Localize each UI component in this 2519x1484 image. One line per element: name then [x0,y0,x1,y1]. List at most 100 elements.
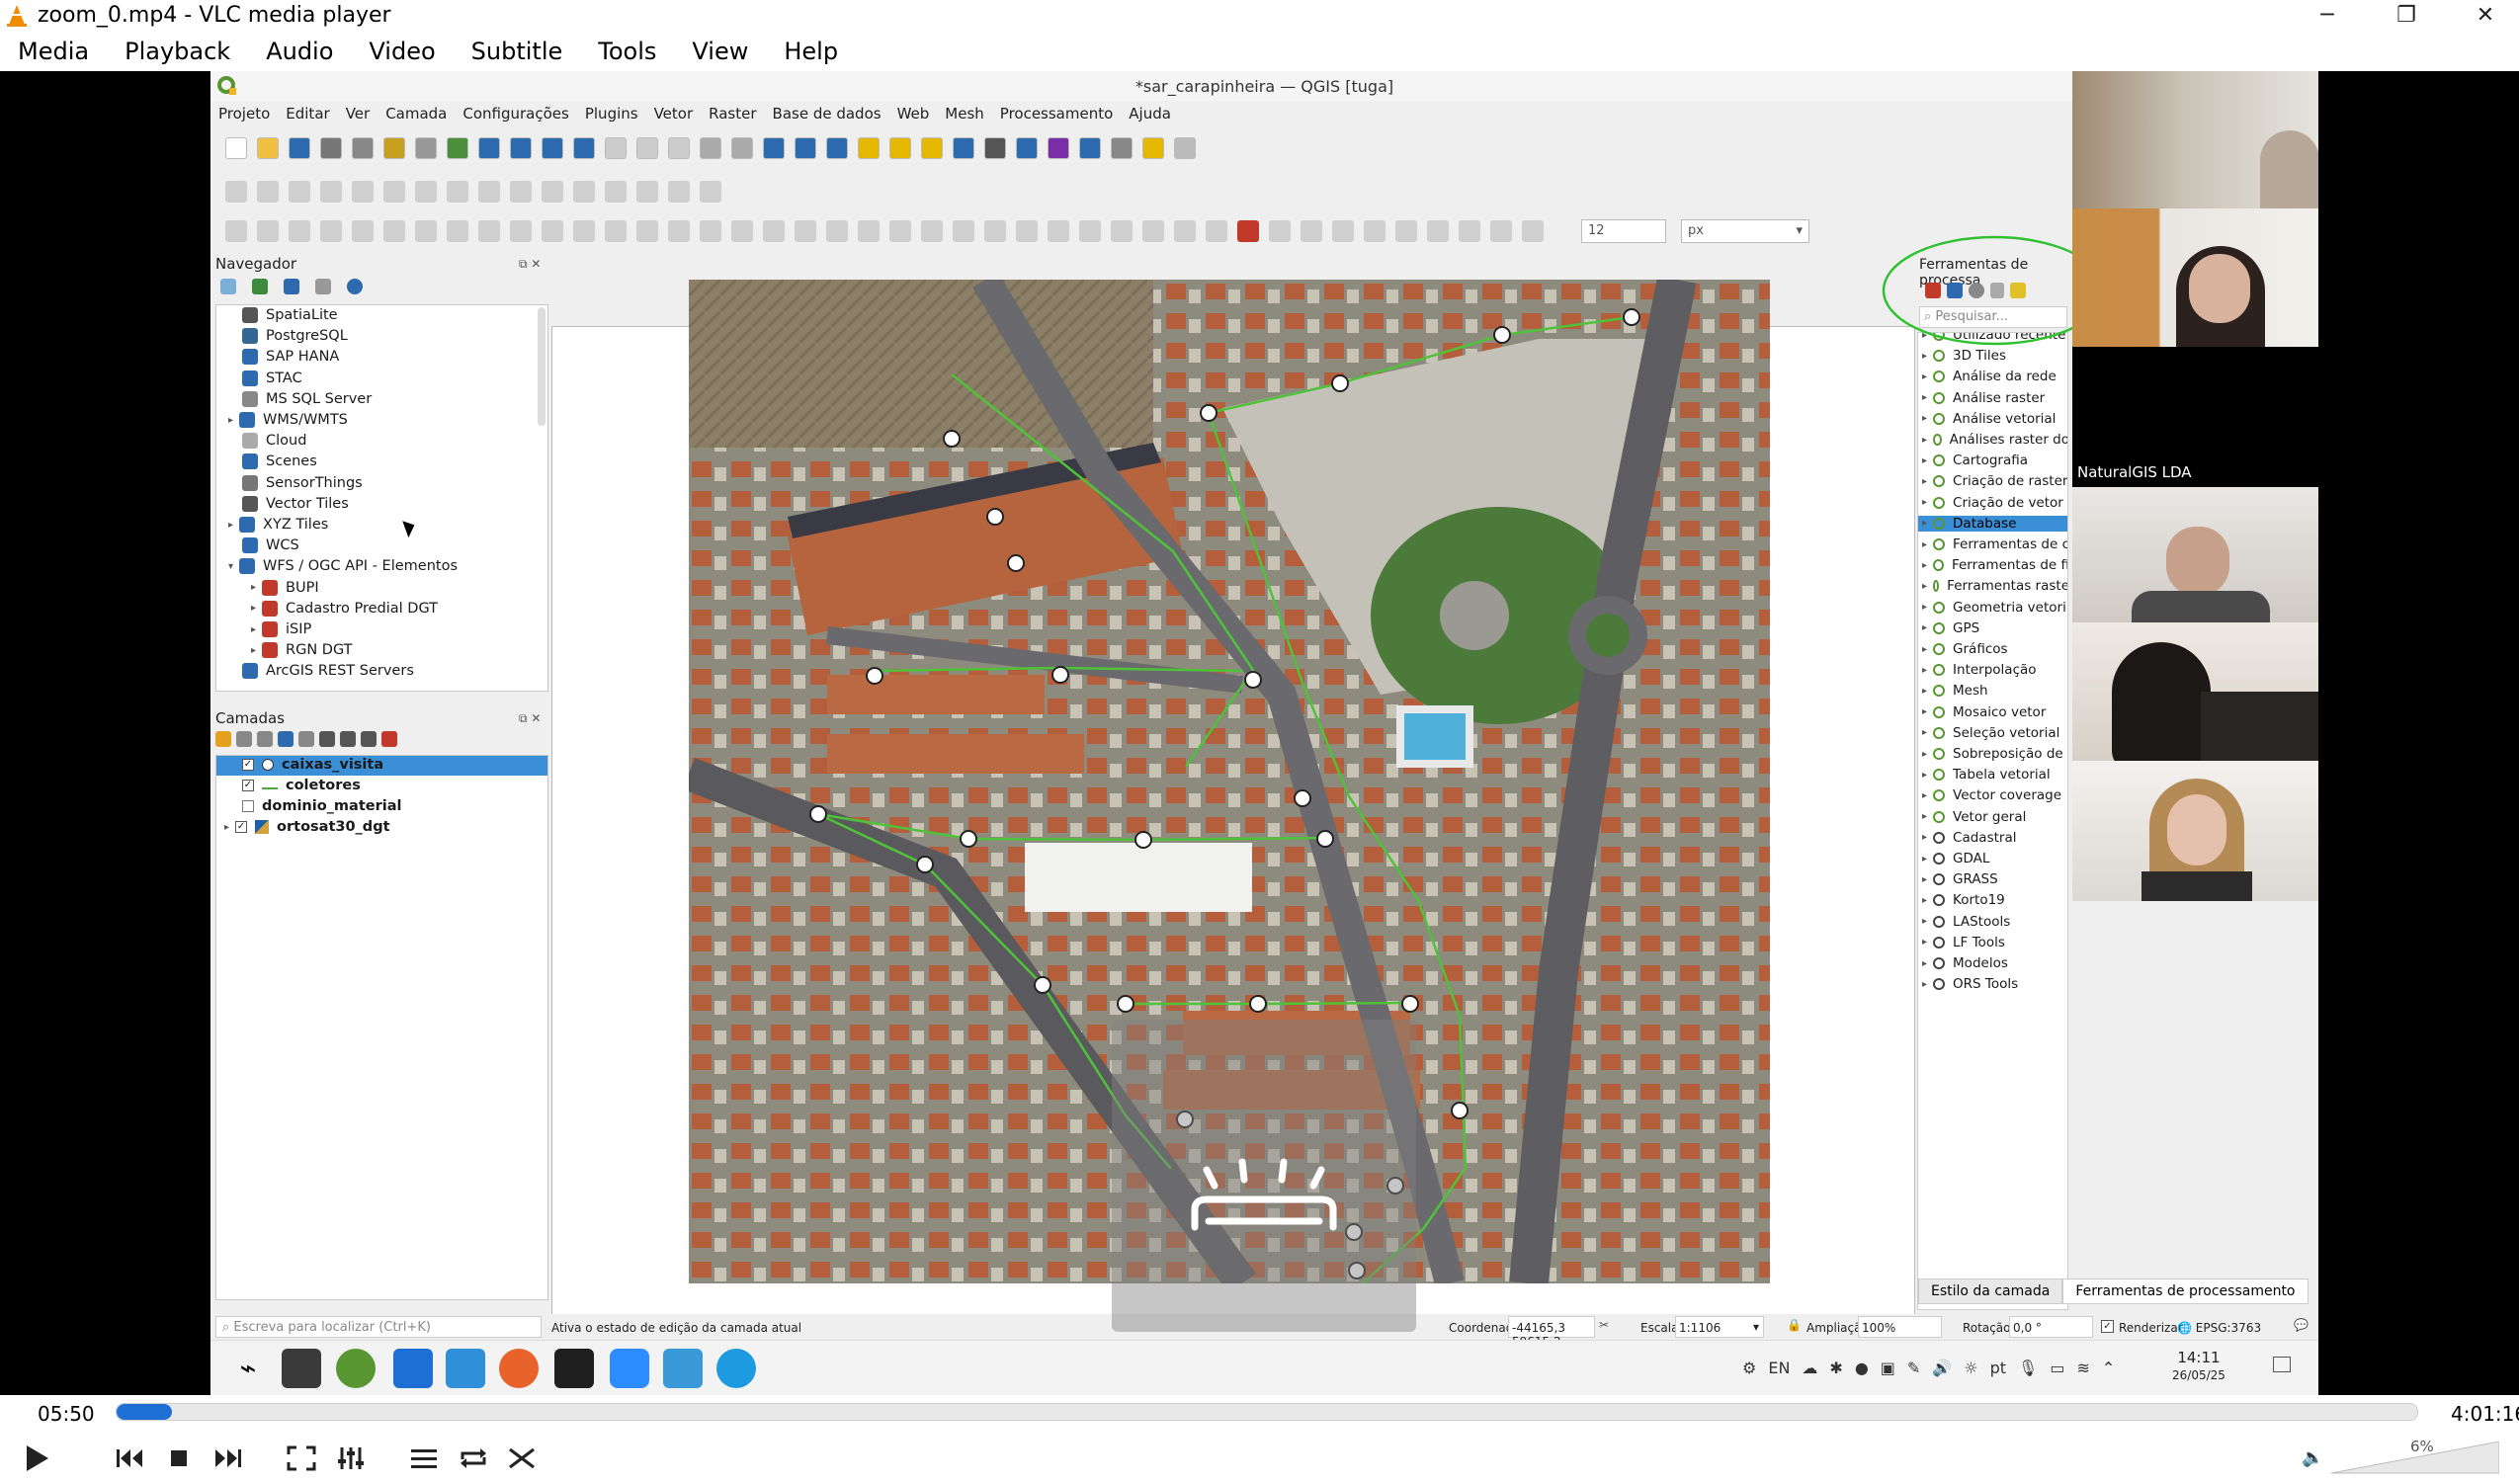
browser-item[interactable]: ▸ RGN DGT [251,642,353,659]
menu-media[interactable]: Media [0,38,107,65]
toolbar-tool-icon[interactable] [1142,220,1164,242]
toolbar-tool-icon[interactable] [415,220,437,242]
app-icon[interactable] [716,1349,756,1388]
checkbox-checked-icon[interactable]: ✓ [235,821,248,833]
processing-group[interactable]: ▸ Modelos [1918,955,2067,971]
menu-subtitle[interactable]: Subtitle [454,38,581,65]
layer-coletores[interactable]: ✓ coletores [242,778,361,793]
browser-item[interactable]: SensorThings [228,474,363,491]
expand-arrow-icon[interactable]: ▸ [1922,790,1927,801]
processing-group[interactable]: ▸ Ferramentas raste [1918,578,2067,594]
toolbar-tool-icon[interactable] [478,220,500,242]
toolbar-tool-icon[interactable] [352,137,374,159]
expand-arrow-icon[interactable]: ▸ [251,624,256,635]
processing-group[interactable]: ▸ Korto19 [1918,892,2067,908]
toolbar-tool-icon[interactable] [1174,137,1196,159]
browser-item[interactable]: SpatiaLite [228,307,338,323]
expand-arrow-icon[interactable]: ▸ [251,645,256,656]
participant-video-4[interactable] [2072,487,2318,622]
expand-arrow-icon[interactable]: ▸ [1922,644,1927,655]
toolbar-tool-icon[interactable] [383,137,405,159]
qmenu-projeto[interactable]: Projeto [210,105,278,123]
toolbar-tool-icon[interactable] [225,181,247,203]
toolbar-tool-icon[interactable] [763,137,785,159]
toolbar-tool-icon[interactable] [225,137,247,159]
render-checkbox[interactable]: ✓ [2101,1320,2114,1333]
qmenu-plugins[interactable]: Plugins [577,105,646,123]
participant-video-6[interactable] [2072,761,2318,901]
toolbar-tool-icon[interactable] [605,181,627,203]
browser-item[interactable]: ArcGIS REST Servers [228,663,414,680]
toolbar-tool-icon[interactable] [953,137,974,159]
expand-arrow-icon[interactable]: ▸ [1922,476,1927,487]
processing-group[interactable]: ▸ GPS [1918,620,2067,636]
toolbar-tool-icon[interactable] [731,220,753,242]
toolbar-tool-icon[interactable] [542,220,563,242]
toolbar-tool-icon[interactable] [352,181,374,203]
processing-group[interactable]: ▸ Vector coverage [1918,787,2067,803]
expand-arrow-icon[interactable]: ▸ [251,582,256,593]
layer-dominio-material[interactable]: dominio_material [242,798,401,814]
toolbar-tool-icon[interactable] [921,220,943,242]
toolbar-tool-icon[interactable] [289,181,310,203]
qmenu-camada[interactable]: Camada [378,105,455,123]
browser-item[interactable]: WCS [228,537,299,554]
expand-arrow-icon[interactable]: ▸ [1922,351,1927,362]
layers-tool-icon[interactable] [278,731,294,747]
toolbar-tool-icon[interactable] [1364,220,1385,242]
processing-group[interactable]: ▸ Ferramentas de c [1918,536,2067,552]
layers-tool-icon[interactable] [257,731,273,747]
toolbar-tool-icon[interactable] [383,181,405,203]
lang-indicator[interactable]: EN [1768,1359,1790,1377]
seek-bar[interactable] [116,1403,2418,1421]
toolbar-tool-icon[interactable] [636,181,658,203]
toolbar-tool-icon[interactable] [289,220,310,242]
toolbar-tool-icon[interactable] [1111,220,1133,242]
file-explorer-icon[interactable] [446,1349,485,1388]
toolbar-tool-icon[interactable] [921,137,943,159]
terminal-icon[interactable] [282,1349,321,1388]
store-icon[interactable] [393,1349,433,1388]
toolbar-tool-icon[interactable] [573,181,595,203]
toolbar-tool-icon[interactable] [1237,220,1259,242]
toolbar-tool-icon[interactable] [700,220,721,242]
firefox-icon[interactable] [499,1349,539,1388]
toolbar-tool-icon[interactable] [1142,137,1164,159]
layer-ortosat30-dgt[interactable]: ▸ ✓ ortosat30_dgt [224,819,390,835]
browser-item[interactable]: ▸ iSIP [251,621,311,637]
qmenu-ajuda[interactable]: Ajuda [1121,105,1179,123]
processing-group[interactable]: ▸ Cartografia [1918,453,2067,468]
expand-arrow-icon[interactable]: ▸ [1922,560,1927,571]
toolbar-tool-icon[interactable] [858,137,880,159]
layers-tool-icon[interactable] [340,731,356,747]
expand-arrow-icon[interactable]: ▸ [1922,895,1927,906]
processing-group[interactable]: ▸ Seleção vetorial [1918,725,2067,741]
chevron-up-icon[interactable]: ⌃ [2102,1359,2115,1377]
toolbar-tool-icon[interactable] [1016,220,1038,242]
browser-item[interactable]: ▸ Cadastro Predial DGT [251,600,438,617]
rotation-input[interactable]: 0,0 ° [2009,1316,2093,1338]
processing-group[interactable]: ▸ ORS Tools [1918,976,2067,992]
toolbar-tool-icon[interactable] [1459,220,1480,242]
toolbar-tool-icon[interactable] [447,181,468,203]
toolbar-tool-icon[interactable] [1490,220,1512,242]
menu-video[interactable]: Video [351,38,453,65]
layers-tool-icon[interactable] [236,731,252,747]
toolbar-tool-icon[interactable] [447,220,468,242]
layer-caixas-visita[interactable]: ✓ caixas_visita [242,757,383,773]
minimize-button[interactable]: ─ [2288,0,2367,31]
expand-arrow-icon[interactable]: ▸ [1922,770,1927,781]
layers-tool-icon[interactable] [361,731,377,747]
menu-audio[interactable]: Audio [248,38,351,65]
toolbar-tool-icon[interactable] [1048,137,1069,159]
expand-arrow-icon[interactable]: ▸ [1922,413,1927,424]
processing-group[interactable]: ▸ Geometria vetori [1918,600,2067,616]
expand-arrow-icon[interactable]: ▸ [1922,371,1927,382]
shuffle-button[interactable] [498,1437,547,1480]
processing-group[interactable]: ▸ Database [1918,515,2067,532]
browser-item[interactable]: STAC [228,370,302,386]
processing-group[interactable]: ▸ Interpolação [1918,662,2067,678]
toolbar-tool-icon[interactable] [731,137,753,159]
qmenu-vetor[interactable]: Vetor [646,105,702,123]
toolbar-tool-icon[interactable] [826,137,848,159]
